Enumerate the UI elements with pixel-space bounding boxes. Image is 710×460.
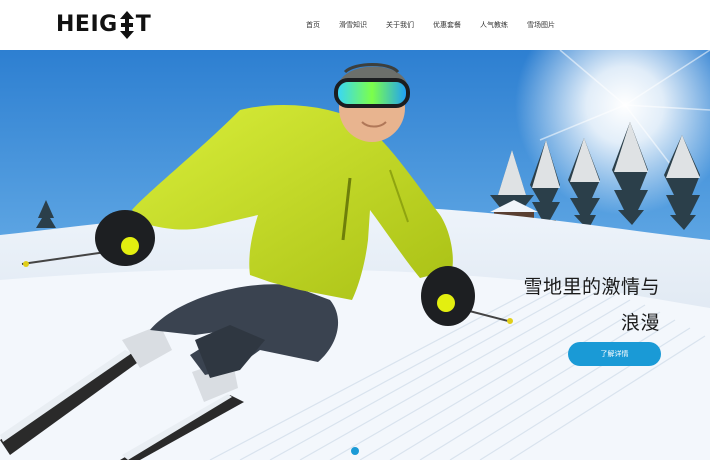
hero-title-line1: 雪地里的激情与 bbox=[523, 276, 660, 298]
hero-title-line2: 浪漫 bbox=[620, 312, 660, 334]
nav-item-ski-knowledge[interactable]: 滑雪知识 bbox=[339, 0, 367, 50]
learn-more-button[interactable]: 了解详情 bbox=[568, 342, 661, 366]
nav-item-home[interactable]: 首页 bbox=[306, 0, 320, 50]
nav-item-gallery[interactable]: 雪场图片 bbox=[527, 0, 555, 50]
hero-banner: 雪地里的激情与 浪漫 了解详情 bbox=[0, 50, 710, 460]
hero-skier-image bbox=[0, 50, 710, 460]
nav-item-about[interactable]: 关于我们 bbox=[386, 0, 414, 50]
logo[interactable]: HEIG T bbox=[56, 10, 151, 40]
slider-dot[interactable] bbox=[351, 447, 359, 455]
site-header: HEIG T 首页 滑雪知识 关于我们 优惠套餐 人气教练 雪场图片 bbox=[0, 0, 710, 50]
nav-item-packages[interactable]: 优惠套餐 bbox=[433, 0, 461, 50]
logo-text-left: HEIG bbox=[56, 12, 118, 37]
main-nav: 首页 滑雪知识 关于我们 优惠套餐 人气教练 雪场图片 bbox=[306, 0, 555, 50]
logo-text-right: T bbox=[135, 12, 152, 37]
up-down-arrow-icon bbox=[119, 11, 134, 39]
nav-item-coaches[interactable]: 人气教练 bbox=[480, 0, 508, 50]
